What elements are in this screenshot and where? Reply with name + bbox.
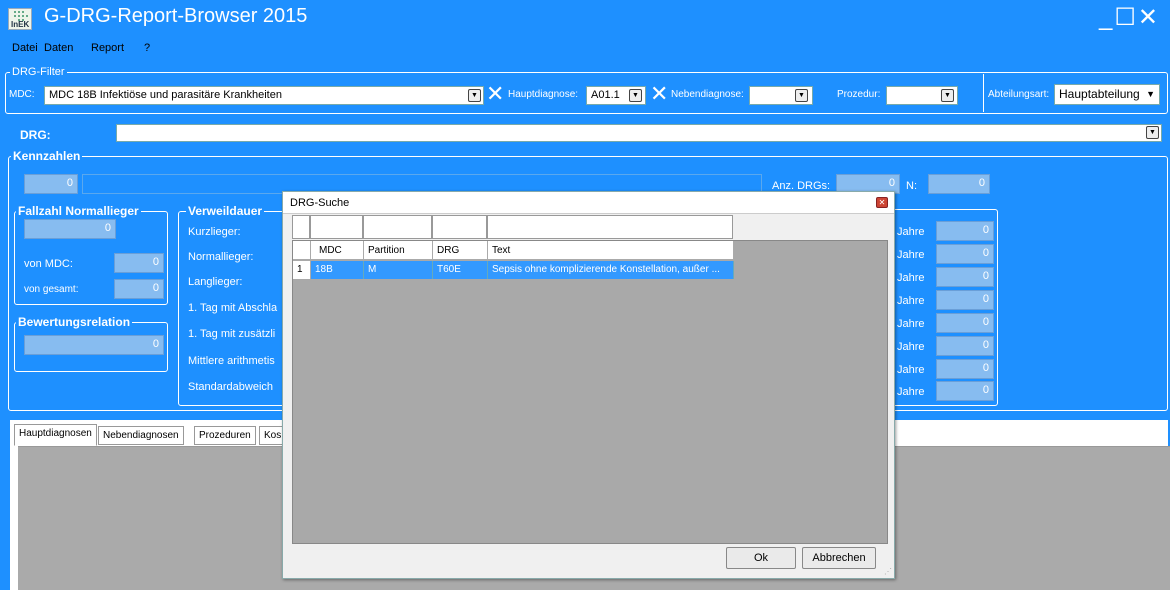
verweildauer-row: Kurzlieger:: [188, 226, 241, 238]
menu-bar: Datei Daten Report ?: [0, 38, 1170, 58]
alter-row-label: Jahre: [897, 364, 925, 376]
alter-row-value: 0: [936, 267, 994, 287]
prozedur-dropdown-icon[interactable]: ▼: [941, 89, 954, 102]
alter-row-label: Jahre: [897, 341, 925, 353]
prozedur-label: Prozedur:: [837, 89, 881, 100]
n-label: N:: [906, 180, 917, 192]
mdc-clear-icon[interactable]: ✕: [486, 83, 504, 105]
filter-divider: [983, 74, 984, 112]
alter-row-label: Jahre: [897, 249, 925, 261]
cancel-button[interactable]: Abbrechen: [802, 547, 876, 569]
abteilungsart-dropdown-icon: ▼: [1146, 89, 1155, 99]
menu-daten[interactable]: Daten: [44, 42, 73, 54]
menu-report[interactable]: Report: [91, 42, 124, 54]
von-mdc-field: 0: [114, 253, 164, 273]
fallzahl-field: 0: [24, 219, 116, 239]
alter-row-value: 0: [936, 336, 994, 356]
table-cell-partition[interactable]: M: [364, 261, 433, 279]
hauptdiagnose-clear-icon[interactable]: ✕: [650, 83, 668, 105]
table-cell-mdc[interactable]: 18B: [311, 261, 364, 279]
filter-mdc-input[interactable]: [310, 215, 363, 239]
hauptdiagnose-dropdown-icon[interactable]: ▼: [629, 89, 642, 102]
alter-row-label: Jahre: [897, 272, 925, 284]
mdc-dropdown-icon[interactable]: ▼: [468, 89, 481, 102]
verweildauer-row: 1. Tag mit Abschla: [188, 302, 278, 314]
drg-search-dialog: DRG-Suche ✕ MDC Partition DRG Text 1 18B…: [282, 191, 895, 579]
verweildauer-row: Langlieger:: [188, 276, 243, 288]
filter-partition-input[interactable]: [363, 215, 432, 239]
resize-grip-icon[interactable]: ⋰: [884, 568, 892, 576]
filter-drg-input[interactable]: [432, 215, 487, 239]
column-header-text[interactable]: Text: [488, 241, 734, 260]
nebendiagnose-label: Nebendiagnose:: [671, 89, 744, 100]
tab-nebendiagnosen[interactable]: Nebendiagnosen: [98, 426, 184, 445]
alter-row-value: 0: [936, 244, 994, 264]
kennzahlen-top-field: 0: [24, 174, 78, 194]
alter-row-label: Jahre: [897, 226, 925, 238]
von-gesamt-label: von gesamt:: [24, 284, 79, 295]
alter-row-label: Jahre: [897, 386, 925, 398]
menu-datei[interactable]: Datei: [12, 42, 38, 54]
title-bar: InEK G-DRG-Report-Browser 2015 _☐✕: [0, 0, 1170, 36]
dialog-title: DRG-Suche: [283, 192, 894, 214]
tab-prozeduren[interactable]: Prozeduren: [194, 426, 256, 445]
verweildauer-row: 1. Tag mit zusätzli: [188, 328, 276, 340]
bewertung-field: 0: [24, 335, 164, 355]
window-controls[interactable]: _☐✕: [1099, 3, 1160, 32]
table-cell-drg[interactable]: T60E: [433, 261, 488, 279]
von-mdc-label: von MDC:: [24, 258, 73, 270]
fallzahl-legend: Fallzahl Normallieger: [16, 204, 141, 218]
alter-row-value: 0: [936, 313, 994, 333]
kennzahlen-legend: Kennzahlen: [11, 149, 83, 163]
app-logo-icon: InEK: [8, 8, 32, 30]
menu-help[interactable]: ?: [144, 42, 150, 54]
filter-cell-index: [292, 215, 310, 239]
drg-label: DRG:: [20, 128, 51, 142]
window-title: G-DRG-Report-Browser 2015: [44, 5, 308, 27]
column-header-partition[interactable]: Partition: [364, 241, 433, 260]
tab-hauptdiagnosen[interactable]: Hauptdiagnosen: [14, 424, 97, 446]
close-icon[interactable]: ✕: [876, 197, 888, 208]
alter-row-label: Jahre: [897, 318, 925, 330]
bewertung-legend: Bewertungsrelation: [16, 315, 133, 329]
alter-row-label: Jahre: [897, 295, 925, 307]
abteilungsart-label: Abteilungsart:: [988, 89, 1050, 100]
drg-dropdown-icon[interactable]: ▼: [1146, 126, 1159, 139]
hauptdiagnose-value: A01.1: [591, 89, 620, 101]
ok-button[interactable]: Ok: [726, 547, 796, 569]
column-header-drg[interactable]: DRG: [433, 241, 488, 260]
alter-row-value: 0: [936, 381, 994, 401]
hauptdiagnose-label: Hauptdiagnose:: [508, 89, 579, 100]
table-cell-text[interactable]: Sepsis ohne komplizierende Konstellation…: [488, 261, 734, 279]
drg-filter-legend: DRG-Filter: [10, 66, 67, 78]
n-field: 0: [928, 174, 990, 194]
mdc-select-value: MDC 18B Infektiöse und parasitäre Krankh…: [49, 89, 282, 101]
row-header-corner: [293, 241, 311, 260]
abteilungsart-value: Hauptabteilung: [1059, 87, 1140, 101]
verweildauer-row: Mittlere arithmetis: [188, 355, 275, 367]
column-header-mdc[interactable]: MDC: [311, 241, 364, 260]
row-index[interactable]: 1: [293, 261, 311, 279]
mdc-select[interactable]: MDC 18B Infektiöse und parasitäre Krankh…: [44, 86, 484, 105]
drg-select[interactable]: [116, 124, 1162, 142]
alter-row-value: 0: [936, 359, 994, 379]
verweildauer-row: Standardabweich: [188, 381, 274, 393]
abteilungsart-select[interactable]: Hauptabteilung ▼: [1054, 84, 1160, 105]
filter-text-input[interactable]: [487, 215, 733, 239]
von-gesamt-field: 0: [114, 279, 164, 299]
mdc-label: MDC:: [9, 89, 35, 100]
nebendiagnose-dropdown-icon[interactable]: ▼: [795, 89, 808, 102]
verweildauer-legend: Verweildauer: [186, 204, 265, 218]
logo-text: InEK: [11, 20, 30, 29]
alter-row-value: 0: [936, 221, 994, 241]
drg-results-grid: MDC Partition DRG Text 1 18B M T60E Seps…: [292, 240, 888, 544]
verweildauer-row: Normallieger:: [188, 251, 254, 263]
alter-row-value: 0: [936, 290, 994, 310]
